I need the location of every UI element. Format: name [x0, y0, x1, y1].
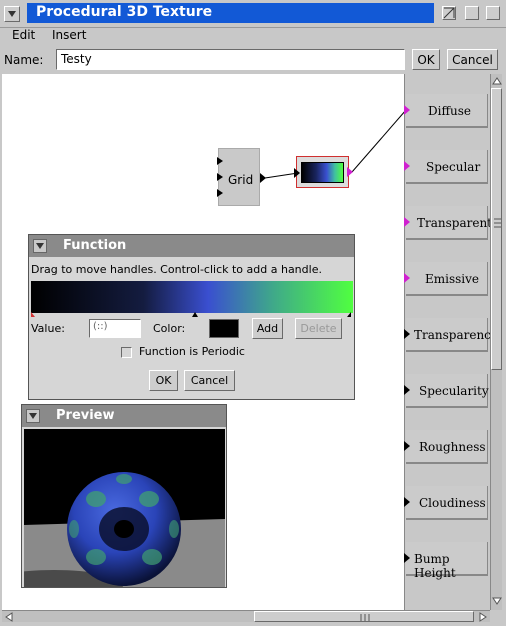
preview-panel: Preview: [21, 404, 227, 588]
function-cancel-button[interactable]: Cancel: [184, 370, 235, 391]
grid-node-ports: [217, 157, 223, 197]
function-title: Function: [63, 238, 127, 253]
gradient-bar[interactable]: [31, 281, 353, 313]
vertical-scroll-thumb[interactable]: [491, 88, 502, 370]
port-roughness-label: Roughness: [419, 440, 486, 454]
port-cloudiness-label: Cloudiness: [419, 496, 486, 510]
collapse-icon[interactable]: [26, 409, 40, 423]
port-bump-height-icon: [404, 553, 410, 563]
horizontal-scrollbar[interactable]: [2, 610, 490, 622]
port-item-transparent[interactable]: Transparent: [404, 206, 492, 240]
value-label: Value:: [31, 322, 65, 335]
collapse-icon[interactable]: [33, 239, 47, 253]
port-item-emissive[interactable]: Emissive: [404, 262, 488, 296]
scroll-right-arrow[interactable]: [478, 612, 488, 622]
port-transparency-icon: [404, 329, 410, 339]
color-swatch[interactable]: [209, 319, 239, 338]
port-specularity-label: Specularity: [419, 384, 489, 398]
function-node-gradient: [301, 162, 344, 183]
grip-icon: [494, 218, 501, 228]
preview-title: Preview: [56, 408, 115, 423]
port-transparent-label: Transparent: [417, 216, 493, 230]
port-item-specularity[interactable]: Specularity: [404, 374, 489, 408]
vertical-scrollbar[interactable]: [490, 74, 502, 610]
port-diffuse-icon: [404, 105, 410, 115]
function-panel: Function Drag to move handles. Control-c…: [28, 234, 355, 400]
function-input-port: [294, 168, 300, 178]
delete-button[interactable]: Delete: [295, 318, 342, 339]
port-specular-label: Specular: [426, 160, 481, 174]
resize-corner[interactable]: [490, 610, 502, 622]
port-emissive-icon: [404, 273, 410, 283]
port-roughness-icon: [404, 441, 410, 451]
color-label: Color:: [153, 322, 186, 335]
grid-output-port: [260, 173, 266, 183]
scroll-down-arrow[interactable]: [492, 596, 502, 606]
value-input-placeholder: (::): [93, 321, 108, 332]
function-node[interactable]: [296, 156, 349, 188]
port-bump-height-label: Bump Height: [414, 552, 456, 580]
port-transparency-label: Transparency: [414, 328, 498, 342]
scroll-left-arrow[interactable]: [4, 612, 14, 622]
port-specular-icon: [404, 161, 410, 171]
function-ok-button[interactable]: OK: [149, 370, 178, 391]
port-specularity-icon: [404, 385, 410, 395]
port-item-diffuse[interactable]: Diffuse: [404, 94, 488, 128]
value-input[interactable]: (::): [89, 319, 141, 338]
grip-icon: [360, 614, 370, 621]
function-instructions: Drag to move handles. Control-click to a…: [31, 263, 322, 276]
function-titlebar[interactable]: Function: [29, 235, 354, 257]
add-button[interactable]: Add: [252, 318, 283, 339]
port-item-transparency[interactable]: Transparency: [404, 318, 498, 352]
preview-render[interactable]: [24, 429, 225, 587]
port-emissive-label: Emissive: [425, 272, 480, 286]
port-diffuse-label: Diffuse: [428, 104, 471, 118]
port-item-bump-height[interactable]: Bump Height: [404, 542, 488, 580]
port-transparent-icon: [404, 217, 410, 227]
port-cloudiness-icon: [404, 497, 410, 507]
preview-titlebar[interactable]: Preview: [22, 405, 226, 427]
scroll-up-arrow[interactable]: [492, 76, 502, 86]
port-item-roughness[interactable]: Roughness: [404, 430, 488, 464]
port-item-specular[interactable]: Specular: [404, 150, 488, 184]
port-item-cloudiness[interactable]: Cloudiness: [404, 486, 488, 520]
function-output-port: [347, 167, 353, 177]
grid-node-label: Grid: [228, 173, 254, 187]
periodic-checkbox[interactable]: [121, 347, 132, 358]
horizontal-scroll-thumb[interactable]: [254, 611, 474, 622]
periodic-label: Function is Periodic: [139, 345, 245, 358]
